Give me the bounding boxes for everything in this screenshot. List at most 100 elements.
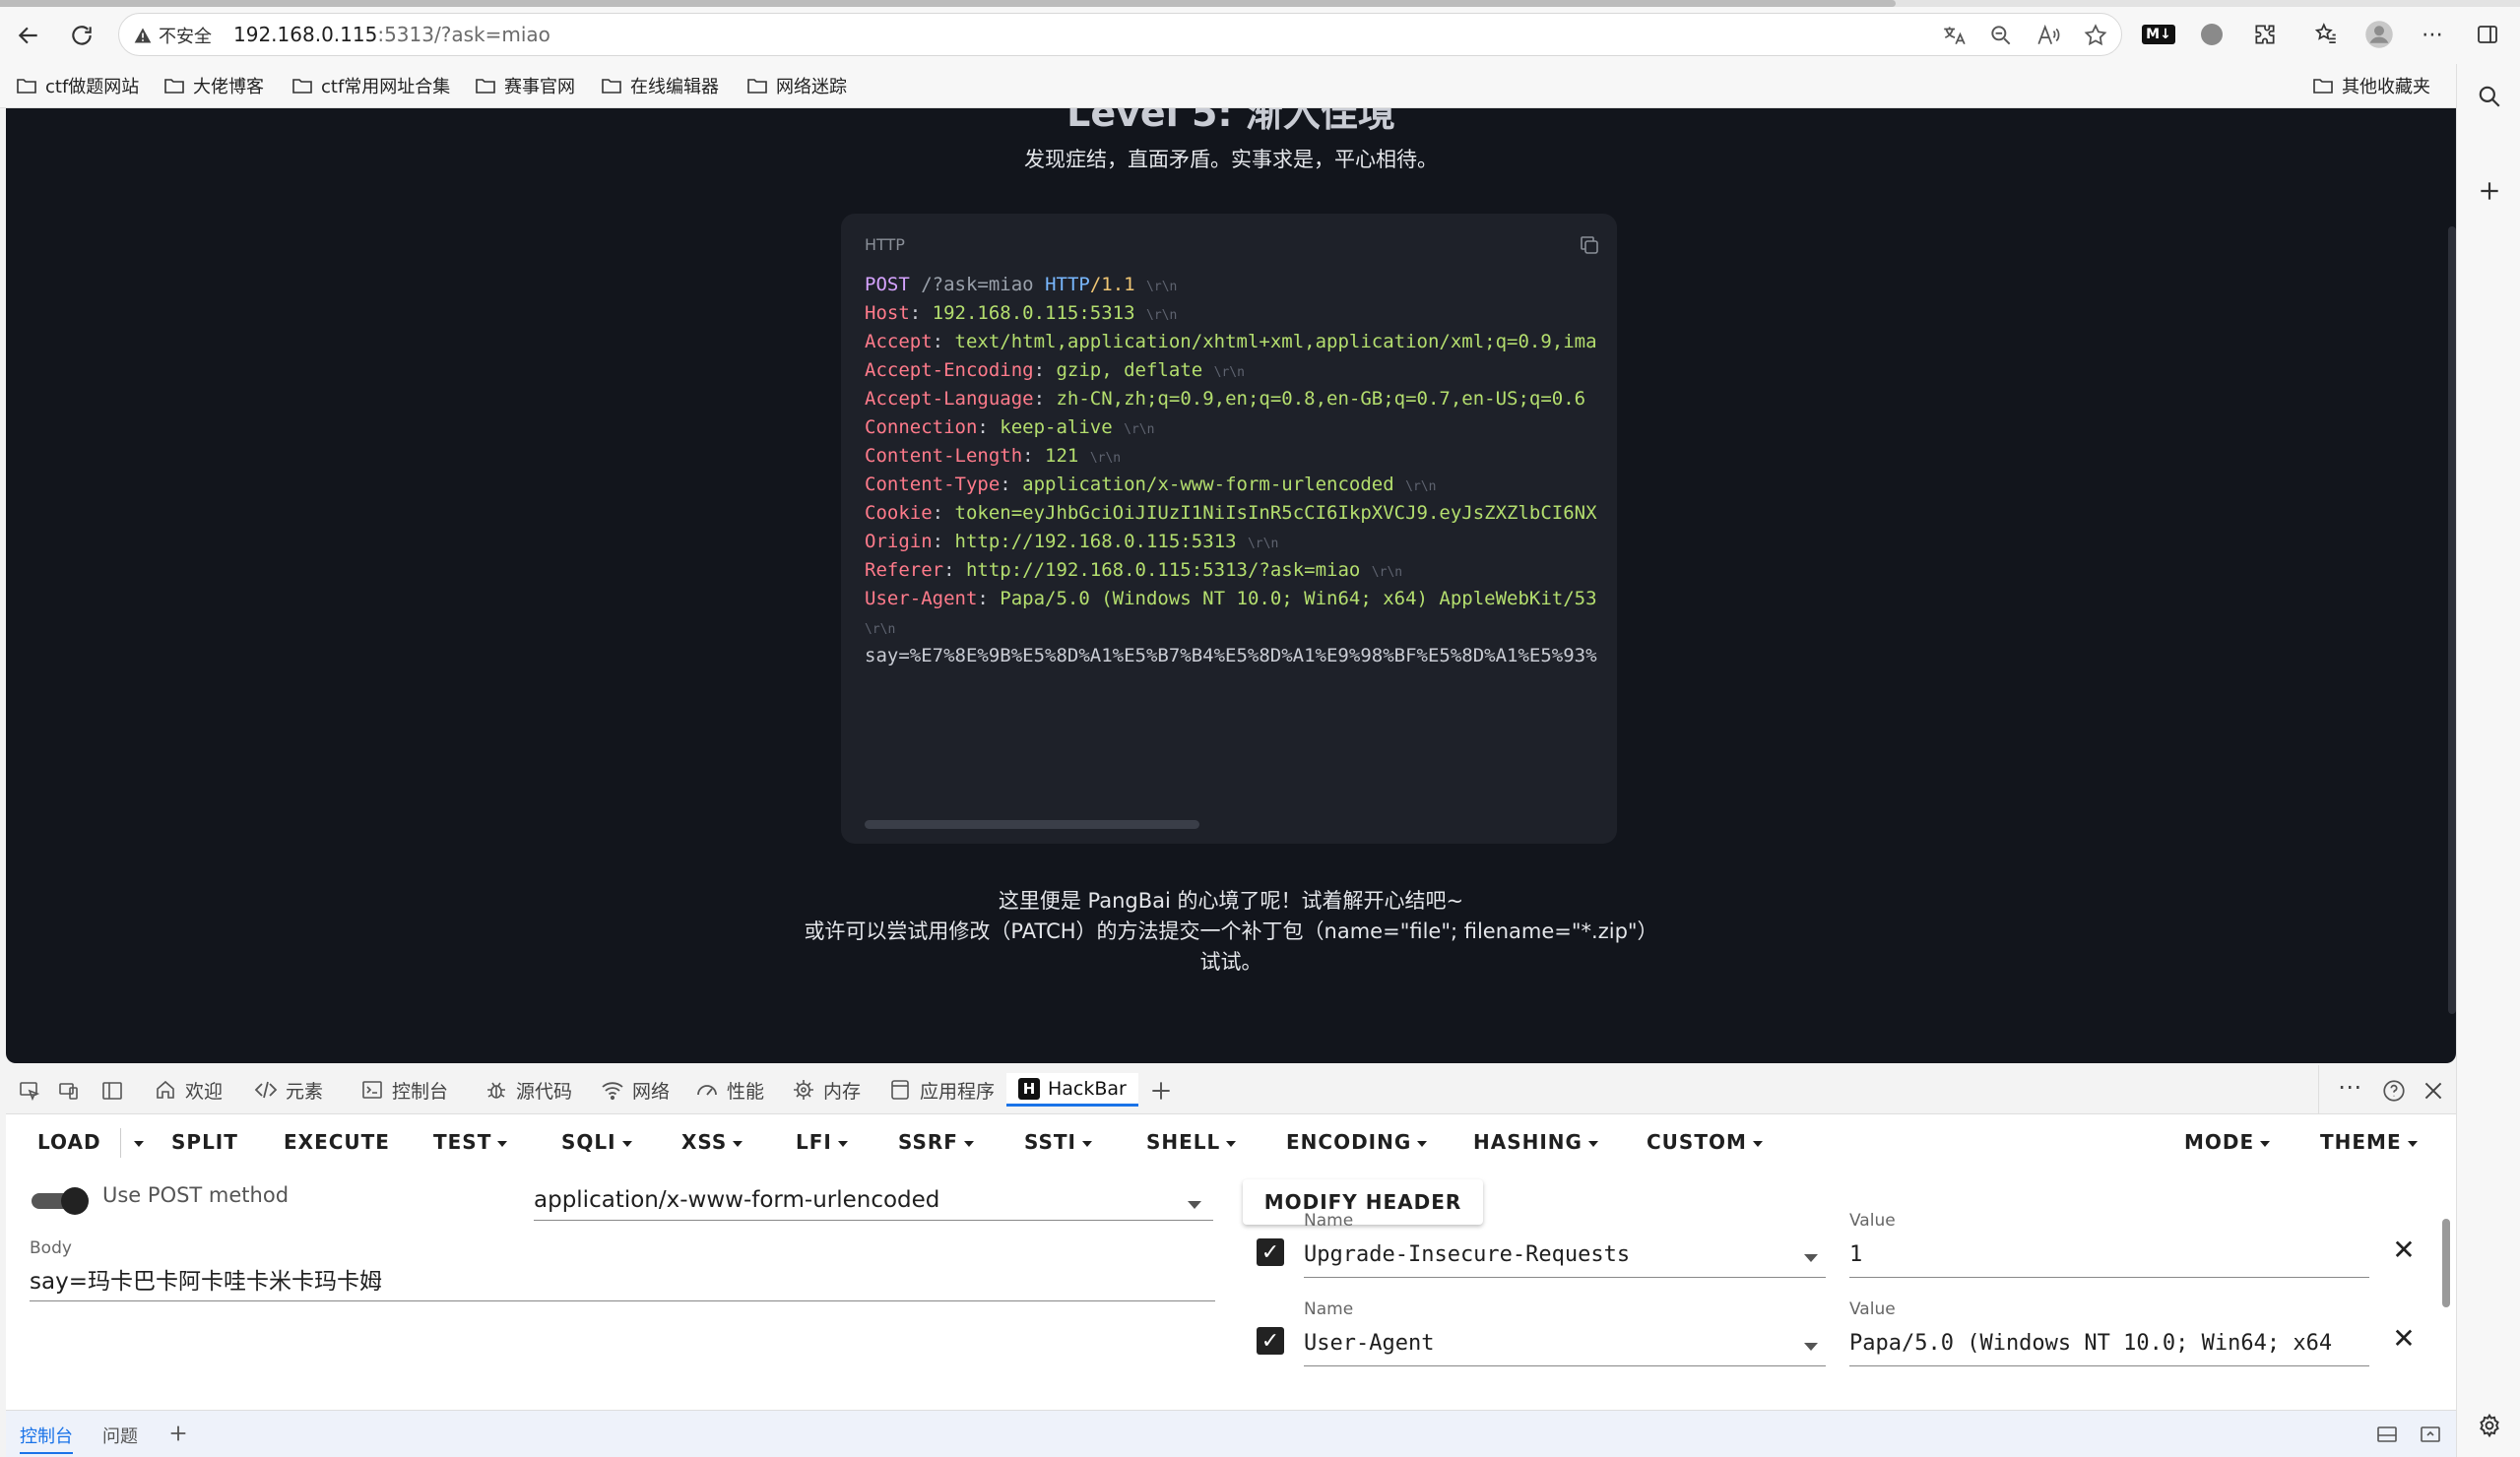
- code-horizontal-scrollbar[interactable]: [865, 820, 1199, 829]
- xss-menu-button[interactable]: XSS: [681, 1130, 743, 1154]
- tab-performance[interactable]: 性能: [695, 1073, 764, 1107]
- checkmark-icon: ✓: [1260, 1328, 1280, 1354]
- dock-side-icon[interactable]: [100, 1079, 124, 1103]
- bookmark-folder[interactable]: 在线编辑器: [601, 73, 719, 98]
- favorite-star-icon[interactable]: [2083, 23, 2108, 48]
- other-bookmarks-folder[interactable]: 其他收藏夹: [2312, 73, 2430, 98]
- header-enabled-checkbox[interactable]: ✓: [1257, 1327, 1284, 1355]
- header-name-input[interactable]: User-Agent: [1304, 1327, 1826, 1366]
- more-menu-button[interactable]: ⋯: [2417, 19, 2448, 50]
- plus-icon[interactable]: [2477, 178, 2502, 204]
- drawer-tab-issues[interactable]: 问题: [102, 1423, 138, 1448]
- header-value-input[interactable]: Papa/5.0 (Windows NT 10.0; Win64; x64: [1849, 1327, 2369, 1366]
- profile-button[interactable]: [2363, 19, 2395, 50]
- ssti-menu-button[interactable]: SSTI: [1024, 1130, 1092, 1154]
- header-colon: :: [932, 502, 955, 524]
- zoom-out-icon[interactable]: [1988, 23, 2014, 48]
- header-name-input[interactable]: Upgrade-Insecure-Requests: [1304, 1238, 1826, 1278]
- drawer-tab-console[interactable]: 控制台: [20, 1423, 73, 1454]
- remove-header-button[interactable]: ✕: [2389, 1234, 2419, 1266]
- extension-dot-button[interactable]: [2196, 19, 2228, 50]
- close-devtools-icon[interactable]: [2421, 1078, 2446, 1104]
- bookmark-folder[interactable]: 网络迷踪: [746, 73, 847, 98]
- search-icon[interactable]: [2477, 84, 2502, 109]
- request-header-value: zh-CN,zh;q=0.9,en;q=0.8,en-GB;q=0.7,en-U…: [1056, 388, 1586, 410]
- header-colon: :: [1022, 445, 1046, 467]
- sqli-menu-button[interactable]: SQLI: [561, 1130, 632, 1154]
- dock-drawer-icon[interactable]: [2375, 1423, 2399, 1446]
- bookmark-folder[interactable]: 大佬博客: [163, 73, 264, 98]
- use-post-toggle[interactable]: [32, 1187, 89, 1215]
- bookmark-folder[interactable]: ctf做题网站: [16, 73, 139, 98]
- header-row: Name Value ✓ User-Agent Papa/5.0 (Window…: [1257, 1299, 2438, 1368]
- caret-down-icon: [733, 1140, 743, 1147]
- remove-header-button[interactable]: ✕: [2389, 1322, 2419, 1355]
- sidebar-toggle-button[interactable]: [2472, 19, 2503, 50]
- lfi-menu-button[interactable]: LFI: [796, 1130, 848, 1154]
- ssrf-menu-button[interactable]: SSRF: [898, 1130, 974, 1154]
- browser-sidebar: [2456, 64, 2520, 1457]
- header-colon: :: [1000, 474, 1023, 495]
- custom-menu-button[interactable]: CUSTOM: [1647, 1130, 1763, 1154]
- tab-welcome[interactable]: 欢迎: [154, 1073, 223, 1107]
- bookmark-folder[interactable]: 赛事官网: [475, 73, 575, 98]
- translate-icon[interactable]: [1941, 23, 1967, 48]
- encoding-menu-button[interactable]: ENCODING: [1286, 1130, 1428, 1154]
- markdown-extension-button[interactable]: M↓: [2142, 19, 2175, 50]
- add-tab-plus-icon[interactable]: [1148, 1078, 1174, 1104]
- address-bar[interactable]: 不安全 192.168.0.115:5313/?ask=miao: [118, 13, 2122, 56]
- application-icon: [891, 1080, 909, 1100]
- shell-menu-button[interactable]: SHELL: [1146, 1130, 1237, 1154]
- tab-elements[interactable]: 元素: [254, 1073, 323, 1107]
- url-text[interactable]: 192.168.0.115:5313/?ask=miao: [233, 23, 550, 46]
- device-emulation-icon[interactable]: [57, 1079, 81, 1103]
- header-enabled-checkbox[interactable]: ✓: [1257, 1238, 1284, 1266]
- hackbar-scrollbar[interactable]: [2442, 1219, 2450, 1307]
- tab-sources[interactable]: 源代码: [485, 1073, 572, 1107]
- tab-label: 控制台: [392, 1080, 449, 1103]
- load-dropdown-button[interactable]: [128, 1130, 144, 1154]
- settings-gear-icon[interactable]: [2477, 1413, 2502, 1438]
- tab-hackbar[interactable]: H HackBar: [1006, 1073, 1138, 1107]
- header-colon: :: [909, 302, 933, 324]
- mode-menu-button[interactable]: MODE: [2184, 1130, 2271, 1154]
- body-textarea[interactable]: say=玛卡巴卡阿卡哇卡米卡玛卡姆: [30, 1254, 1215, 1301]
- add-drawer-tab-plus-icon[interactable]: [167, 1423, 189, 1444]
- tab-network[interactable]: 网络: [601, 1073, 670, 1107]
- page-vertical-scrollbar[interactable]: [2448, 226, 2456, 1014]
- home-icon: [157, 1080, 174, 1099]
- favorites-button[interactable]: [2310, 19, 2342, 50]
- inspect-element-icon[interactable]: [18, 1079, 41, 1103]
- tab-console[interactable]: 控制台: [360, 1073, 448, 1107]
- request-header-value: 121: [1045, 445, 1079, 467]
- request-header-name: Referer: [865, 559, 944, 581]
- hashing-menu-button[interactable]: HASHING: [1473, 1130, 1598, 1154]
- copy-icon[interactable]: [1578, 233, 1601, 257]
- read-aloud-icon[interactable]: [2035, 23, 2061, 48]
- help-icon[interactable]: [2381, 1078, 2407, 1104]
- tab-label: 元素: [286, 1080, 324, 1103]
- more-tools-icon[interactable]: ⋯: [2338, 1073, 2361, 1101]
- back-button[interactable]: [12, 19, 45, 52]
- tab-memory[interactable]: 内存: [792, 1073, 861, 1107]
- extensions-button[interactable]: [2249, 19, 2281, 50]
- hint-line: 试试。: [1199, 950, 1262, 974]
- crlf-marker: \r\n: [1247, 537, 1279, 551]
- content-type-select[interactable]: application/x-www-form-urlencoded: [534, 1187, 1213, 1221]
- theme-menu-button[interactable]: THEME: [2320, 1130, 2418, 1154]
- load-button[interactable]: LOAD: [37, 1130, 101, 1154]
- bookmark-folder[interactable]: ctf常用网址合集: [291, 73, 450, 98]
- caret-down-icon: [621, 1140, 632, 1147]
- folder-icon: [2313, 79, 2333, 94]
- caret-down-icon: [134, 1140, 144, 1147]
- header-value-input[interactable]: 1: [1849, 1238, 2369, 1278]
- header-value-label: Value: [1849, 1299, 1896, 1319]
- execute-button[interactable]: EXECUTE: [284, 1130, 390, 1154]
- reload-button[interactable]: [65, 19, 98, 52]
- tab-application[interactable]: 应用程序: [888, 1073, 995, 1107]
- test-menu-button[interactable]: TEST: [433, 1130, 508, 1154]
- hackbar-toolbar: LOAD SPLIT EXECUTE TEST SQLI XSS LFI SSR…: [6, 1114, 2456, 1172]
- close-drawer-icon[interactable]: [2419, 1423, 2442, 1446]
- split-button[interactable]: SPLIT: [171, 1130, 238, 1154]
- security-indicator[interactable]: 不安全: [133, 23, 212, 48]
